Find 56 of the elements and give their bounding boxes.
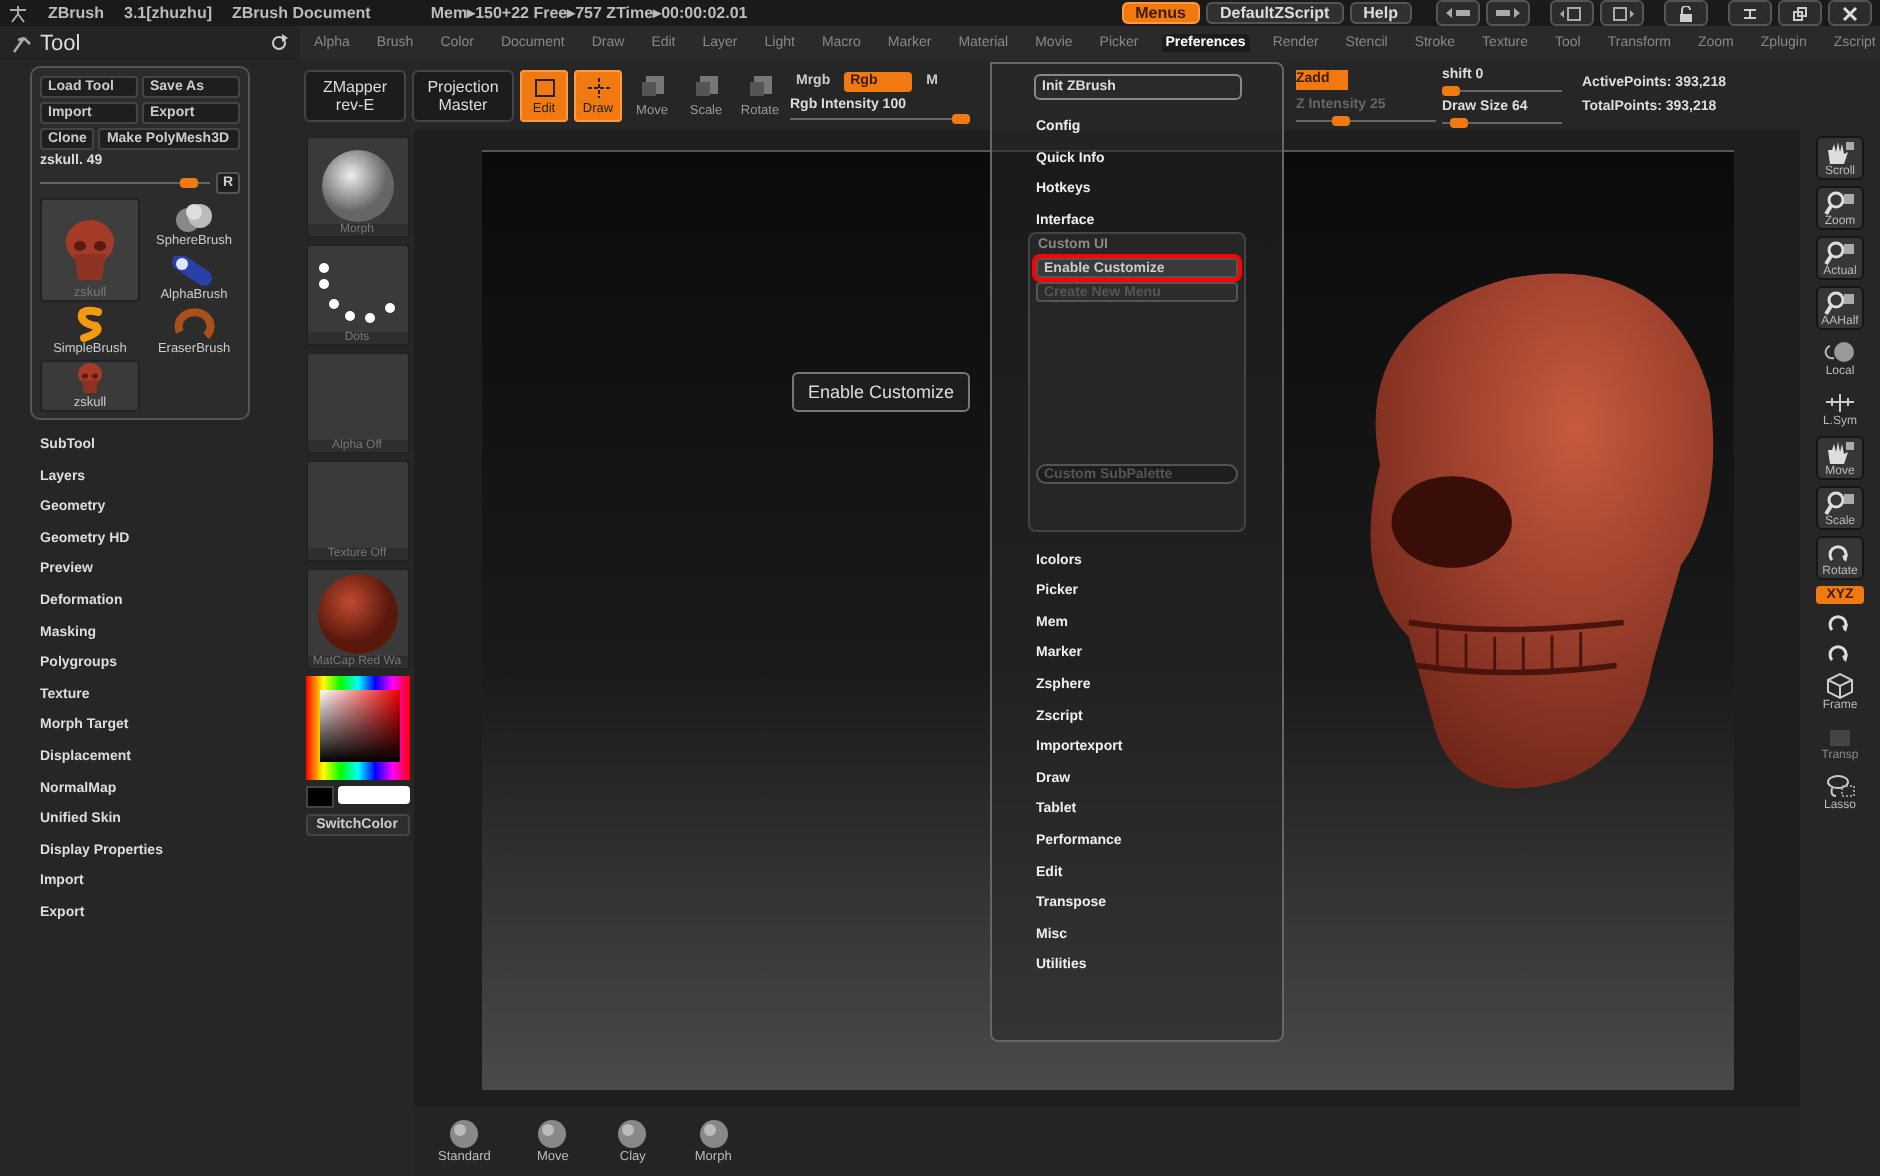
document-name: ZBrush Document <box>232 4 371 22</box>
tooltip: Enable Customize <box>792 372 971 412</box>
slider-thumb[interactable] <box>1331 115 1349 125</box>
magnifier-icon <box>1824 239 1856 265</box>
cube-icon <box>1824 672 1856 700</box>
palette-title: Tool <box>40 31 81 55</box>
crosshair-icon <box>585 75 611 99</box>
lasso-icon <box>1824 772 1856 800</box>
axis-icon <box>1824 389 1856 415</box>
refresh-icon[interactable] <box>270 34 288 52</box>
secondary-color-swatch[interactable] <box>337 786 409 804</box>
skull-thumbnail-icon <box>60 218 120 286</box>
version-label: 3.1[zhuzhu] <box>124 4 212 22</box>
title-button[interactable]: Help <box>1349 2 1412 24</box>
sphere-icon <box>614 1118 651 1150</box>
close-icon[interactable] <box>1828 0 1872 26</box>
sphere-icon <box>446 1118 483 1150</box>
slider-thumb[interactable] <box>180 178 199 188</box>
arc-icon <box>172 306 216 342</box>
sphere-cluster-icon <box>172 202 216 234</box>
layout-icon[interactable] <box>1600 0 1644 26</box>
memory-stats: Mem▸150+22 Free▸757 ZTime▸00:00:02.01 <box>430 4 748 22</box>
sphere-icon <box>315 572 399 656</box>
blocks-icon <box>747 73 773 97</box>
slider-thumb[interactable] <box>1442 85 1460 95</box>
app-name: ZBrush <box>48 4 104 22</box>
hand-icon <box>1824 139 1856 165</box>
slider-thumb[interactable] <box>952 113 970 123</box>
slider-thumb[interactable] <box>1449 117 1468 127</box>
layout-icon[interactable] <box>1550 0 1594 26</box>
plugin-button[interactable]: ZMapper rev-E <box>304 69 406 121</box>
capsule-icon <box>172 256 216 288</box>
title-button[interactable]: DefaultZScript <box>1205 2 1344 24</box>
magnifier-icon <box>1824 189 1856 215</box>
blocks-icon <box>693 73 719 97</box>
title-button[interactable]: Menus <box>1121 2 1200 24</box>
primary-color-swatch[interactable] <box>305 786 333 808</box>
document-canvas[interactable] <box>482 150 1734 1090</box>
scroll-left-icon[interactable] <box>1436 0 1480 26</box>
color-picker[interactable] <box>305 676 409 780</box>
plugin-button[interactable]: Projection Master <box>412 69 514 121</box>
wand-icon <box>12 33 32 53</box>
frame-icon <box>531 75 557 99</box>
blocks-icon <box>639 73 665 97</box>
sphere-icon <box>1824 339 1856 365</box>
restore-icon[interactable] <box>1778 0 1822 26</box>
sphere-icon <box>534 1118 571 1150</box>
scroll-right-icon[interactable] <box>1486 0 1530 26</box>
minimize-icon[interactable] <box>1728 0 1772 26</box>
figure-icon <box>8 3 28 23</box>
sphere-icon <box>319 148 395 224</box>
hand-icon <box>1824 439 1856 465</box>
magnifier-icon <box>1824 489 1856 515</box>
sphere-icon <box>695 1118 732 1150</box>
lock-icon[interactable] <box>1664 0 1708 26</box>
magnifier-icon <box>1824 289 1856 315</box>
